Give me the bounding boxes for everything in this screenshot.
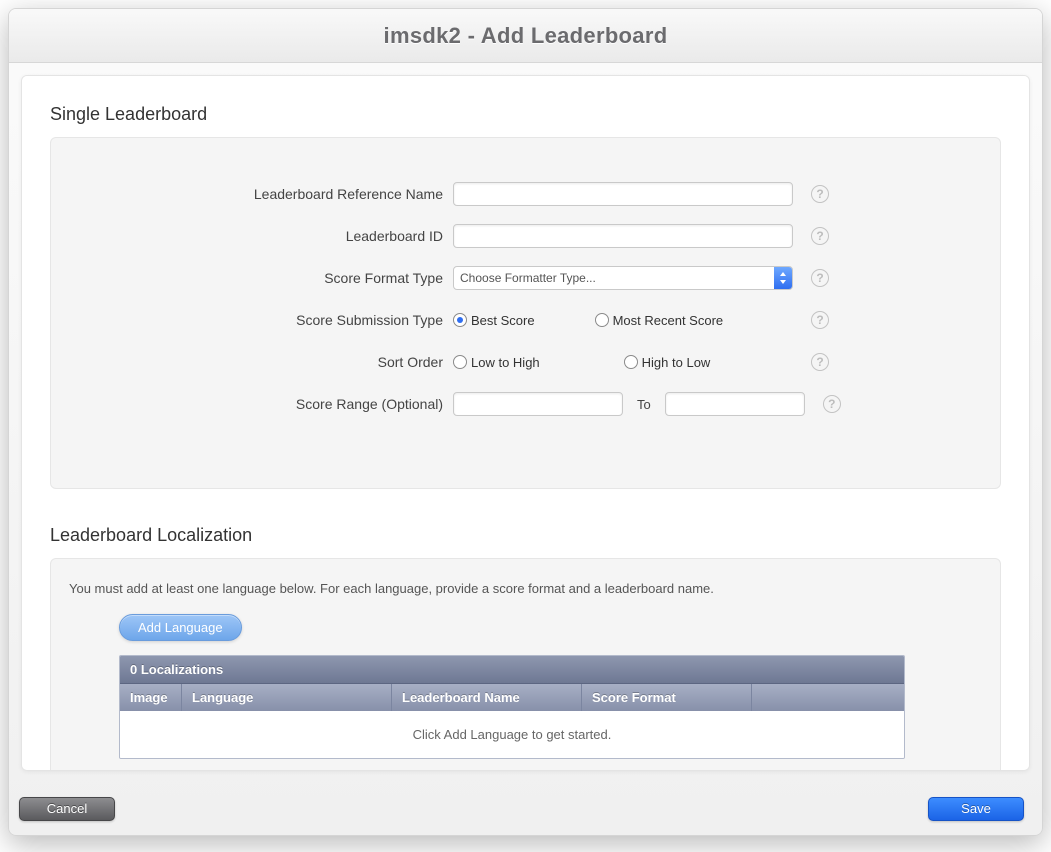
localization-table: 0 Localizations Image Language Leaderboa… xyxy=(119,655,905,759)
section-localization-heading: Leaderboard Localization xyxy=(50,525,1001,546)
localization-board: You must add at least one language below… xyxy=(50,558,1001,771)
radio-high-to-low[interactable]: High to Low xyxy=(624,355,711,370)
radio-low-to-high[interactable]: Low to High xyxy=(453,355,540,370)
row-score-format: Score Format Type Choose Formatter Type.… xyxy=(83,264,968,292)
radio-best-score[interactable]: Best Score xyxy=(453,313,535,328)
label-score-range: Score Range (Optional) xyxy=(83,396,453,412)
col-language: Language xyxy=(182,684,392,711)
dialog-sheet: imsdk2 - Add Leaderboard Single Leaderbo… xyxy=(8,8,1043,836)
label-sort-order: Sort Order xyxy=(83,354,453,370)
input-score-range-from[interactable] xyxy=(453,392,623,416)
dialog-footer: Cancel Save xyxy=(9,783,1042,835)
radio-icon xyxy=(453,355,467,369)
content-panel: Single Leaderboard Leaderboard Reference… xyxy=(21,75,1030,771)
radio-icon xyxy=(453,313,467,327)
help-icon[interactable]: ? xyxy=(811,269,829,287)
col-empty xyxy=(752,684,904,711)
dialog-title: imsdk2 - Add Leaderboard xyxy=(9,9,1042,63)
row-reference-name: Leaderboard Reference Name ? xyxy=(83,180,968,208)
radio-high-to-low-label: High to Low xyxy=(642,355,711,370)
help-icon[interactable]: ? xyxy=(811,311,829,329)
row-score-range: Score Range (Optional) To ? xyxy=(83,390,968,418)
single-leaderboard-form: Leaderboard Reference Name ? Leaderboard… xyxy=(50,137,1001,489)
label-leaderboard-id: Leaderboard ID xyxy=(83,228,453,244)
input-reference-name[interactable] xyxy=(453,182,793,206)
radio-best-score-label: Best Score xyxy=(471,313,535,328)
help-icon[interactable]: ? xyxy=(823,395,841,413)
label-to: To xyxy=(637,397,651,412)
cancel-button[interactable]: Cancel xyxy=(19,797,115,821)
label-reference-name: Leaderboard Reference Name xyxy=(83,186,453,202)
radio-most-recent-score-label: Most Recent Score xyxy=(613,313,724,328)
row-submission-type: Score Submission Type Best Score Most Re… xyxy=(83,306,968,334)
save-button[interactable]: Save xyxy=(928,797,1024,821)
help-icon[interactable]: ? xyxy=(811,353,829,371)
row-leaderboard-id: Leaderboard ID ? xyxy=(83,222,968,250)
localization-count-header: 0 Localizations xyxy=(120,656,904,684)
chevron-updown-icon xyxy=(774,267,792,289)
radio-low-to-high-label: Low to High xyxy=(471,355,540,370)
select-score-format-value: Choose Formatter Type... xyxy=(460,271,596,285)
radio-most-recent-score[interactable]: Most Recent Score xyxy=(595,313,724,328)
select-score-format[interactable]: Choose Formatter Type... xyxy=(453,266,793,290)
label-score-format: Score Format Type xyxy=(83,270,453,286)
col-leaderboard-name: Leaderboard Name xyxy=(392,684,582,711)
help-icon[interactable]: ? xyxy=(811,227,829,245)
col-score-format: Score Format xyxy=(582,684,752,711)
localization-columns-row: Image Language Leaderboard Name Score Fo… xyxy=(120,684,904,711)
add-language-button[interactable]: Add Language xyxy=(119,614,242,641)
help-icon[interactable]: ? xyxy=(811,185,829,203)
section-single-leaderboard-heading: Single Leaderboard xyxy=(50,104,1001,125)
input-score-range-to[interactable] xyxy=(665,392,805,416)
col-image: Image xyxy=(120,684,182,711)
localization-empty-message: Click Add Language to get started. xyxy=(120,711,904,758)
radio-icon xyxy=(624,355,638,369)
label-submission-type: Score Submission Type xyxy=(83,312,453,328)
input-leaderboard-id[interactable] xyxy=(453,224,793,248)
radio-icon xyxy=(595,313,609,327)
row-sort-order: Sort Order Low to High High to Low ? xyxy=(83,348,968,376)
localization-hint: You must add at least one language below… xyxy=(69,581,982,596)
